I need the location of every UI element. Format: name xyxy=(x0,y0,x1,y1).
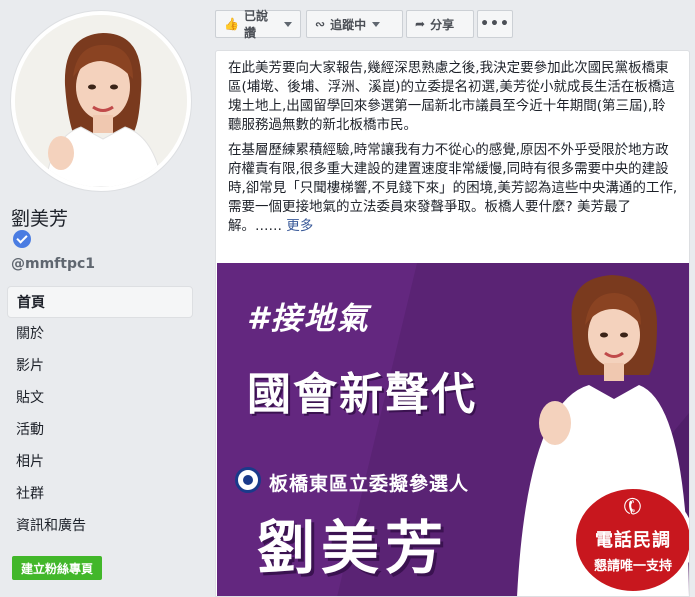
pinned-post: 在此美芳要向大家報告,幾經深思熟慮之後,我決定要參加此次國民黨板橋東區(埔墘、後… xyxy=(215,50,690,597)
following-label: 追蹤中 xyxy=(330,17,367,32)
banner-candidate-name: 劉美芳 xyxy=(257,514,450,582)
phone-icon: ✆ xyxy=(618,492,648,523)
nav-item-about[interactable]: 關於 xyxy=(7,318,193,350)
phone-poll-badge: ✆ 電話民調 懇請唯一支持 xyxy=(572,485,689,595)
nav-item-videos[interactable]: 影片 xyxy=(7,350,193,382)
chevron-down-icon xyxy=(372,21,381,27)
campaign-banner-image[interactable]: #接地氣 國會新聲代 板橋東區立委擬參選人 劉美芳 ✆ 電話民調 懇請唯一支持 xyxy=(217,263,689,596)
page-title[interactable]: 劉美芳 xyxy=(11,204,68,231)
avatar-photo xyxy=(15,15,187,187)
page-action-bar: 👍 已說讚 ∾ 追蹤中 ➦ 分享 ••• xyxy=(215,9,690,40)
badge-subtitle: 懇請唯一支持 xyxy=(593,559,672,574)
page-nav: 首頁 關於 影片 貼文 活動 相片 社群 資訊和廣告 xyxy=(7,286,193,542)
thumbs-up-icon: 👍 xyxy=(224,17,239,31)
liked-label: 已說讚 xyxy=(243,9,268,40)
page-username[interactable]: @mmftpc1 xyxy=(11,256,95,272)
following-button[interactable]: ∾ 追蹤中 xyxy=(306,10,403,38)
banner-headline: 國會新聲代 xyxy=(247,369,477,420)
nav-item-posts[interactable]: 貼文 xyxy=(7,382,193,414)
badge-title: 電話民調 xyxy=(595,530,671,551)
chevron-down-icon xyxy=(284,21,292,27)
verified-badge-icon xyxy=(13,230,31,248)
share-arrow-icon: ➦ xyxy=(415,17,426,31)
banner-subtitle: 板橋東區立委擬參選人 xyxy=(269,473,470,495)
nav-item-photos[interactable]: 相片 xyxy=(7,446,193,478)
nav-item-community[interactable]: 社群 xyxy=(7,478,193,510)
create-page-button[interactable]: 建立粉絲專頁 xyxy=(12,556,103,580)
more-options-button[interactable]: ••• xyxy=(477,10,513,38)
nav-item-events[interactable]: 活動 xyxy=(7,414,193,446)
avatar xyxy=(15,15,187,187)
party-emblem-icon xyxy=(235,467,261,493)
see-more-link[interactable]: 更多 xyxy=(286,218,313,234)
post-body: 在此美芳要向大家報告,幾經深思熟慮之後,我決定要參加此次國民黨板橋東區(埔墘、後… xyxy=(228,59,678,242)
nav-item-info-ads[interactable]: 資訊和廣告 xyxy=(7,510,193,542)
profile-picture[interactable] xyxy=(10,10,192,192)
liked-button[interactable]: 👍 已說讚 xyxy=(215,9,301,40)
post-paragraph-2: 在基層歷練累積經驗,時常讓我有力不從心的感覺,原因不外乎受限於地方政府權責有限,… xyxy=(228,141,678,236)
rss-icon: ∾ xyxy=(315,17,326,31)
post-paragraph-1: 在此美芳要向大家報告,幾經深思熟慮之後,我決定要參加此次國民黨板橋東區(埔墘、後… xyxy=(228,60,675,133)
share-button[interactable]: ➦ 分享 xyxy=(406,10,474,38)
banner-hashtag: #接地氣 xyxy=(247,301,370,337)
page-sidebar: 劉美芳 @mmftpc1 首頁 關於 影片 貼文 活動 相片 社群 資訊和廣告 … xyxy=(0,0,205,597)
nav-item-home[interactable]: 首頁 xyxy=(7,286,193,318)
share-label: 分享 xyxy=(430,17,455,32)
